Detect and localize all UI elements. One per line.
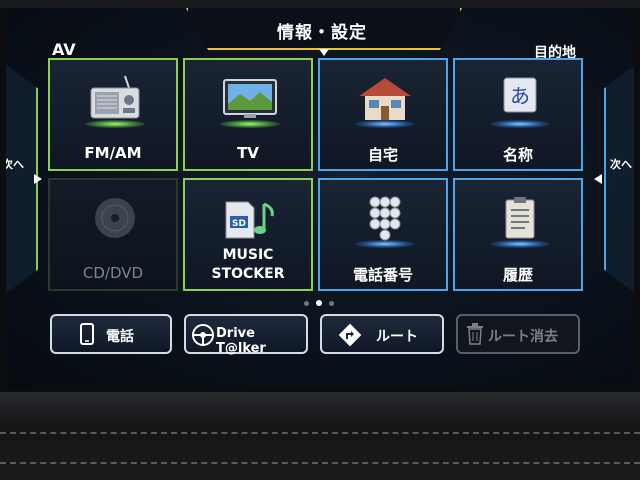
- phone-button-label: 電話: [106, 329, 134, 345]
- tile-name-search[interactable]: あ 名称: [453, 58, 583, 171]
- arrow-right-icon: [34, 174, 42, 184]
- pager-dot: [304, 301, 309, 306]
- prev-page-label: 次へ: [6, 158, 24, 171]
- tile-label: TV: [237, 144, 259, 162]
- tile-glow: [490, 120, 550, 128]
- tile-glow: [85, 120, 145, 128]
- tile-label: FM/AM: [84, 144, 142, 162]
- radio-icon: [90, 75, 140, 119]
- screen-bezel-top: [0, 0, 640, 8]
- tile-glow: [355, 240, 415, 248]
- tile-tv[interactable]: TV: [183, 58, 313, 171]
- leather-stitching: [0, 462, 640, 464]
- drive-talker-button-label: Drive T@lker: [216, 326, 266, 356]
- tile-label: 履歴: [502, 266, 533, 284]
- tile-label-line2: STOCKER: [211, 266, 285, 282]
- tile-label: MUSIC STOCKER: [185, 246, 311, 284]
- section-label-av: AV: [52, 40, 76, 59]
- tile-glow: [355, 120, 415, 128]
- leather-stitching: [0, 432, 640, 434]
- tile-phone-number[interactable]: 電話番号: [318, 178, 448, 291]
- phone-button[interactable]: 電話: [50, 314, 172, 354]
- tile-fm-am[interactable]: FM/AM: [48, 58, 178, 171]
- route-delete-button: ルート消去: [456, 314, 580, 354]
- tile-label: 名称: [502, 146, 533, 164]
- tile-label: CD/DVD: [82, 264, 144, 282]
- dashboard-trim: [0, 392, 640, 480]
- svg-text:SD: SD: [232, 219, 246, 229]
- tile-music-stocker[interactable]: SD MUSIC STOCKER: [183, 178, 313, 291]
- disc-icon: [95, 198, 135, 238]
- route-delete-button-label: ルート消去: [488, 329, 558, 345]
- tile-label: 電話番号: [352, 266, 413, 284]
- hiragana-a-icon: あ: [503, 77, 537, 113]
- tile-history[interactable]: 履歴: [453, 178, 583, 291]
- trash-icon: [467, 323, 483, 345]
- route-button[interactable]: ルート: [320, 314, 444, 354]
- tile-label-line1: MUSIC: [222, 247, 274, 263]
- svg-text:あ: あ: [510, 84, 530, 108]
- navigation-screen: 情報・設定 AV 目的地 次へ 次へ FM/AM TV 自宅 あ 名称 CD/D…: [6, 8, 634, 388]
- tile-glow: [490, 240, 550, 248]
- title-tab-caret-icon: [319, 49, 329, 56]
- pager-dot-active: [316, 300, 322, 306]
- tile-glow: [220, 120, 280, 128]
- sd-music-icon: SD: [225, 201, 274, 239]
- history-clipboard-icon: [505, 197, 535, 239]
- steering-wheel-icon: [192, 324, 214, 346]
- tile-label: 自宅: [367, 146, 398, 164]
- next-page-button[interactable]: [604, 60, 634, 298]
- house-icon: [359, 78, 411, 120]
- next-page-label: 次へ: [610, 158, 632, 171]
- tv-icon: [223, 79, 277, 118]
- arrow-left-icon: [594, 174, 602, 184]
- pager-dot: [329, 301, 334, 306]
- route-button-label: ルート: [376, 329, 418, 345]
- drive-talker-button[interactable]: Drive T@lker: [184, 314, 308, 356]
- tile-home[interactable]: 自宅: [318, 58, 448, 171]
- keypad-icon: [369, 196, 401, 241]
- smartphone-icon: [80, 323, 94, 345]
- page-title: 情報・設定: [277, 23, 367, 43]
- route-turn-icon: [338, 323, 362, 347]
- tile-cd-dvd: CD/DVD: [48, 178, 178, 291]
